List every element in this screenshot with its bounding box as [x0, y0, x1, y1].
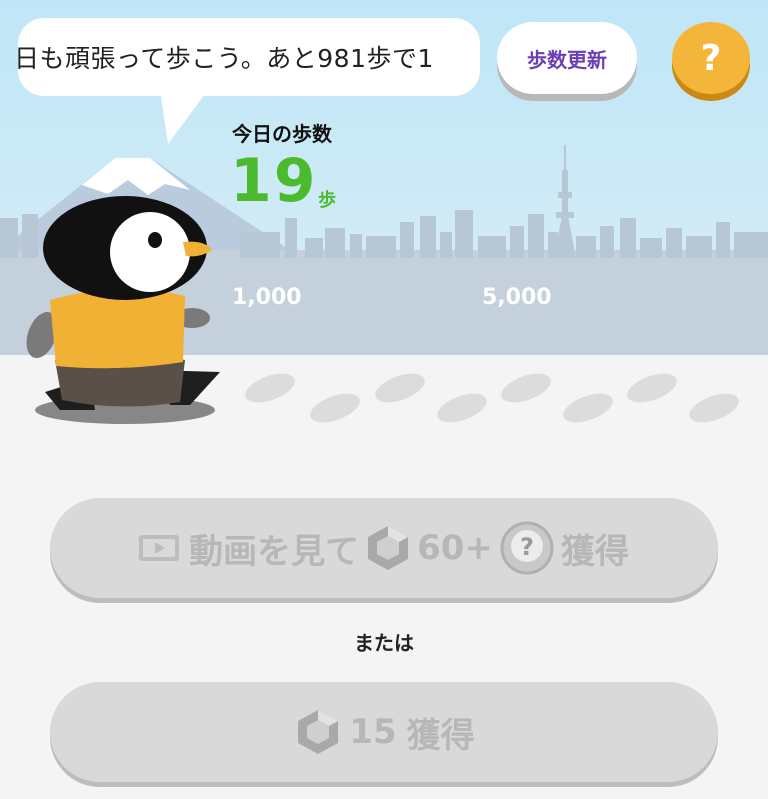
svg-text:?: ? — [520, 533, 534, 561]
footprints — [245, 373, 739, 423]
question-icon: ? — [700, 37, 722, 79]
update-steps-button[interactable]: 歩数更新 — [497, 22, 637, 94]
milestone-1000: 1,000 — [232, 285, 302, 310]
or-label: または — [354, 631, 414, 655]
gem-icon — [359, 523, 417, 573]
gem-reward-button[interactable]: 15 獲得 — [50, 682, 718, 782]
mystery-gem-icon: ? — [493, 520, 561, 576]
video-reward-suffix: 獲得 — [560, 531, 629, 572]
gem-reward-suffix: 獲得 — [406, 715, 475, 756]
today-steps-unit: 歩 — [318, 190, 336, 211]
video-reward-prefix: 動画を見て — [189, 531, 360, 572]
speech-bubble-text: 日も頑張って歩こう。あと981歩で1 — [18, 44, 434, 73]
speech-bubble-tail — [160, 90, 208, 144]
today-steps-count: 19 — [230, 146, 318, 216]
gem-icon — [293, 707, 349, 757]
video-icon — [139, 533, 189, 563]
today-steps-label: 今日の歩数 — [232, 122, 332, 146]
penguin-character — [26, 196, 220, 424]
gem-reward-amount: 15 — [349, 712, 397, 752]
help-button[interactable]: ? — [672, 22, 750, 94]
milestone-5000: 5,000 — [482, 285, 552, 310]
video-reward-amount: 60+ — [417, 528, 493, 568]
watch-video-reward-button[interactable]: 動画を見て 60+ ? 獲得 — [50, 498, 718, 598]
speech-bubble: 日も頑張って歩こう。あと981歩で1 — [18, 18, 480, 96]
